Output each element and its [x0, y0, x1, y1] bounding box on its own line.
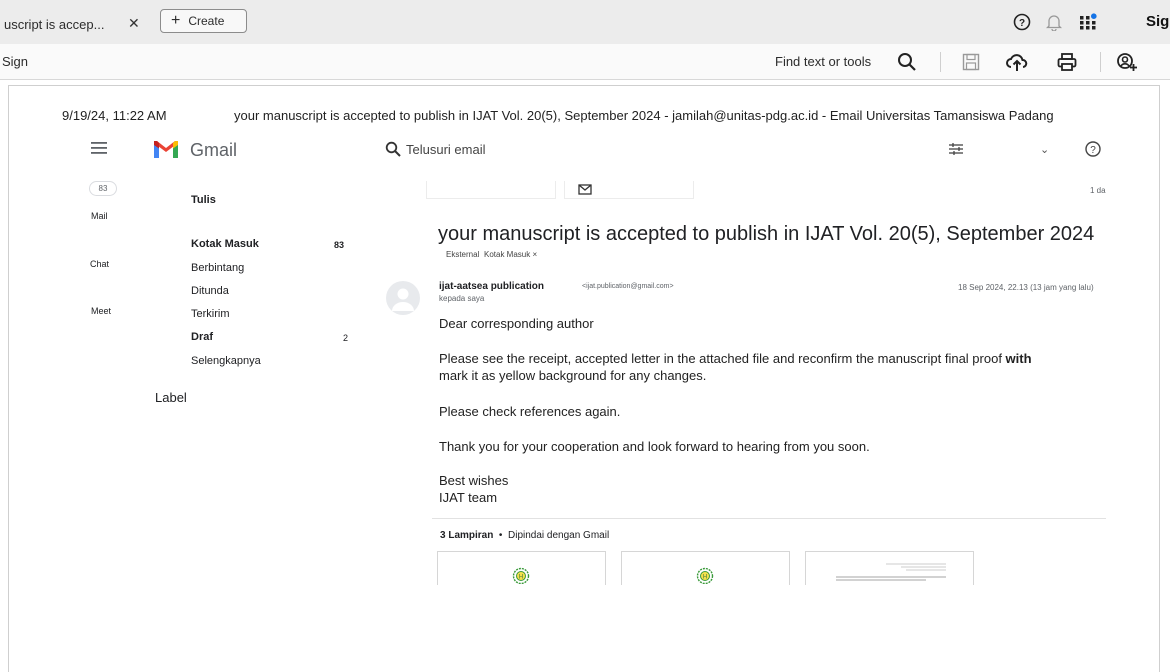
find-text-tools[interactable]: Find text or tools	[775, 54, 871, 69]
labels-heading: Label	[155, 390, 187, 405]
drafts-count: 2	[343, 333, 349, 343]
body-paragraph-2: Please check references again.	[439, 404, 621, 419]
body-paragraph-1: Please see the receipt, accepted letter …	[439, 351, 1106, 366]
nav-more: Selengkapnya	[191, 355, 261, 367]
save-icon[interactable]	[960, 51, 982, 73]
attachment-card	[805, 551, 974, 585]
attachments-header: 3 Lampiran • Dipindai dengan Gmail	[440, 530, 609, 541]
svg-text:H: H	[703, 575, 707, 581]
signature-line-1: Best wishes	[439, 473, 509, 488]
rail-meet: Meet	[91, 306, 112, 316]
inbox-count: 83	[334, 240, 345, 250]
tag-inbox: Kotak Masuk ×	[484, 250, 538, 259]
journal-logo-icon: H	[696, 567, 714, 584]
sign-menu[interactable]: Sign	[2, 54, 28, 69]
search-icon[interactable]	[896, 51, 918, 73]
rail-chat: Chat	[90, 259, 110, 269]
gmail-logo-icon	[154, 141, 178, 158]
nav-starred: Berbintang	[191, 262, 245, 274]
recipient-line: kepada saya	[439, 294, 485, 303]
sign-in-label[interactable]: Sig	[1146, 13, 1169, 30]
upload-cloud-icon[interactable]	[1006, 51, 1028, 73]
separator-dot: •	[498, 530, 503, 541]
toolbar-divider	[1100, 52, 1101, 72]
message-toolbar-stub	[426, 181, 556, 199]
envelope-icon	[578, 184, 592, 195]
journal-logo-icon: H	[512, 567, 530, 584]
print-datetime: 9/19/24, 11:22 AM	[62, 108, 167, 123]
message-date: 18 Sep 2024, 22.13 (13 jam yang lalu)	[958, 283, 1094, 292]
attachment-card: H	[437, 551, 606, 585]
toolbar-divider	[940, 52, 941, 72]
print-icon[interactable]	[1056, 51, 1078, 73]
body-paragraph-1-cont: mark it as yellow background for any cha…	[439, 368, 707, 383]
nav-inbox: Kotak Masuk	[191, 238, 259, 250]
document-tab[interactable]: uscript is accep... ✕	[0, 10, 150, 38]
close-tab-icon[interactable]: ✕	[128, 15, 140, 32]
compose-button: Tulis	[191, 194, 216, 206]
search-placeholder: Telusuri email	[406, 142, 486, 157]
body-paragraph-1-text: Please see the receipt, accepted letter …	[439, 351, 1006, 366]
attachment-card: H	[621, 551, 790, 585]
print-subject: your manuscript is accepted to publish i…	[234, 108, 1054, 123]
bell-icon[interactable]	[1044, 12, 1064, 32]
message-subject: your manuscript is accepted to publish i…	[438, 223, 1095, 245]
tab-title: uscript is accep...	[4, 16, 105, 32]
signature-line-2: IJAT team	[439, 490, 498, 505]
mail-unread-badge: 83	[89, 181, 117, 196]
nav-drafts: Draf	[191, 331, 214, 343]
svg-text:H: H	[519, 575, 523, 581]
chevron-down-icon: ⌄	[1040, 144, 1050, 156]
help-icon: ?	[1085, 141, 1101, 157]
tag-external: Eksternal	[446, 250, 480, 259]
attachment-count: 3 Lampiran	[440, 530, 494, 541]
divider	[432, 518, 1106, 519]
acrobat-toolbar: Sign Find text or tools	[0, 44, 1170, 80]
create-label: Create	[188, 14, 225, 28]
body-greeting: Dear corresponding author	[439, 316, 594, 331]
plus-icon: +	[171, 12, 181, 29]
apps-icon[interactable]	[1078, 12, 1098, 32]
avatar	[386, 281, 420, 315]
nav-sent: Terkirim	[191, 308, 230, 320]
svg-text:?: ?	[1090, 145, 1096, 156]
sender-name: ijat-aatsea publication	[439, 281, 545, 292]
body-paragraph-1-bold: with	[1005, 351, 1032, 366]
scanned-label: Dipindai dengan Gmail	[508, 530, 610, 541]
gmail-wordmark: Gmail	[190, 140, 238, 160]
message-age: 1 da	[1090, 186, 1106, 195]
help-icon[interactable]: ?	[1012, 12, 1032, 32]
body-paragraph-3: Thank you for your cooperation and look …	[439, 439, 870, 454]
acrobat-top-bar: uscript is accep... ✕ + Create ? Sig	[0, 0, 1170, 44]
rail-mail: Mail	[91, 211, 108, 221]
menu-icon	[91, 142, 107, 154]
nav-snoozed: Ditunda	[191, 285, 229, 297]
filter-options-icon	[949, 143, 963, 155]
search-icon	[385, 141, 401, 157]
create-button[interactable]: + Create	[160, 9, 247, 33]
sender-email: <ijat.publication@gmail.com>	[582, 283, 674, 290]
share-user-icon[interactable]	[1116, 51, 1138, 73]
svg-text:?: ?	[1019, 18, 1025, 29]
document-preview-icon	[836, 563, 946, 581]
